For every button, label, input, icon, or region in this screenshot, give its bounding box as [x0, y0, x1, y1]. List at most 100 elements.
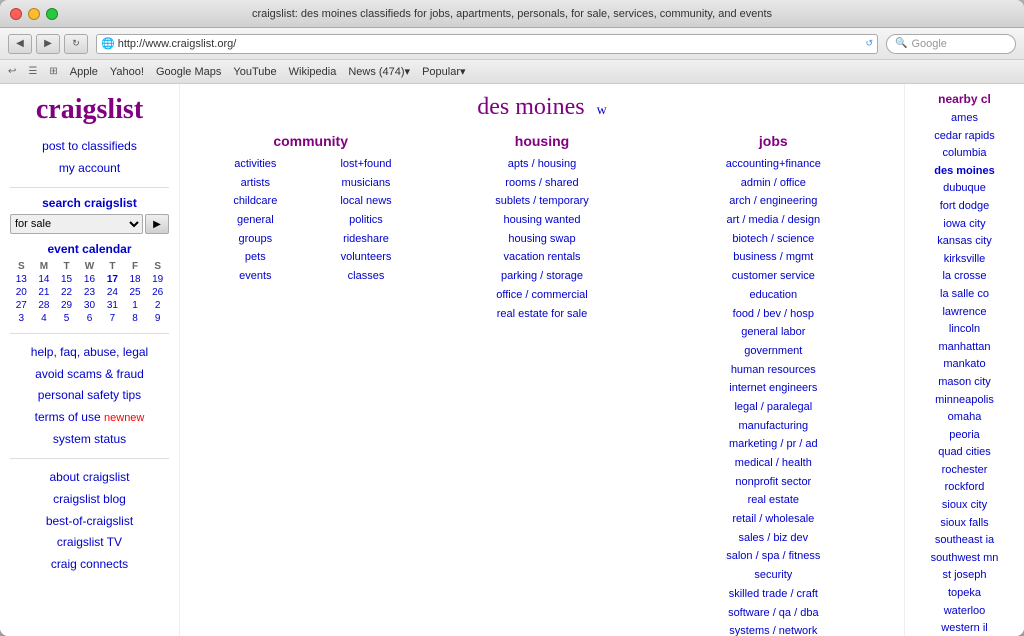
nearby-city[interactable]: mason city — [911, 374, 1018, 392]
search-bar[interactable]: 🔍 Google — [886, 34, 1016, 54]
nearby-city[interactable]: omaha — [911, 409, 1018, 427]
cal-day[interactable]: 21 — [33, 286, 56, 299]
cal-day[interactable]: 19 — [146, 273, 169, 286]
nearby-city[interactable]: iowa city — [911, 216, 1018, 234]
bookmark-popular[interactable]: Popular▾ — [422, 65, 465, 78]
jobs-link[interactable]: internet engineers — [663, 379, 884, 398]
help-link[interactable]: help, faq, abuse, legal — [10, 342, 169, 364]
nearby-city[interactable]: ames — [911, 110, 1018, 128]
housing-link[interactable]: apts / housing — [431, 155, 652, 174]
housing-link[interactable]: office / commercial — [431, 286, 652, 305]
housing-link[interactable]: real estate for sale — [431, 305, 652, 324]
cal-day[interactable]: 2 — [146, 299, 169, 312]
nearby-city[interactable]: quad cities — [911, 444, 1018, 462]
bookmark-apple[interactable]: Apple — [70, 66, 98, 78]
jobs-link[interactable]: government — [663, 342, 884, 361]
community-link[interactable]: rideshare — [311, 230, 422, 249]
nearby-city[interactable]: la crosse — [911, 268, 1018, 286]
jobs-link[interactable]: salon / spa / fitness — [663, 547, 884, 566]
my-account-link[interactable]: my account — [10, 158, 169, 180]
cal-day[interactable]: 30 — [78, 299, 101, 312]
jobs-link[interactable]: legal / paralegal — [663, 398, 884, 417]
cal-day[interactable]: 13 — [10, 273, 33, 286]
nearby-city[interactable]: waterloo — [911, 603, 1018, 621]
jobs-link[interactable]: software / qa / dba — [663, 604, 884, 623]
cal-day[interactable]: 27 — [10, 299, 33, 312]
community-link[interactable]: politics — [311, 211, 422, 230]
cal-day[interactable]: 24 — [101, 286, 124, 299]
cal-day[interactable]: 28 — [33, 299, 56, 312]
tv-link[interactable]: craigslist TV — [10, 532, 169, 554]
community-link[interactable]: lost+found — [311, 155, 422, 174]
jobs-link[interactable]: accounting+finance — [663, 155, 884, 174]
about-link[interactable]: about craigslist — [10, 467, 169, 489]
nearby-city[interactable]: peoria — [911, 427, 1018, 445]
jobs-link[interactable]: real estate — [663, 491, 884, 510]
housing-link[interactable]: sublets / temporary — [431, 192, 652, 211]
housing-link[interactable]: vacation rentals — [431, 248, 652, 267]
bookmark-news[interactable]: News (474)▾ — [348, 65, 410, 78]
nearby-city[interactable]: rockford — [911, 479, 1018, 497]
cal-day[interactable]: 15 — [55, 273, 78, 286]
address-bar[interactable]: 🌐 http://www.craigslist.org/ ↺ — [96, 34, 878, 54]
jobs-link[interactable]: customer service — [663, 267, 884, 286]
nearby-city[interactable]: rochester — [911, 462, 1018, 480]
jobs-link[interactable]: art / media / design — [663, 211, 884, 230]
jobs-link[interactable]: biotech / science — [663, 230, 884, 249]
jobs-link[interactable]: business / mgmt — [663, 248, 884, 267]
jobs-link[interactable]: medical / health — [663, 454, 884, 473]
bookmark-apps[interactable]: ⊞ — [49, 66, 57, 77]
jobs-link[interactable]: skilled trade / craft — [663, 585, 884, 604]
maximize-button[interactable] — [46, 8, 58, 20]
cal-day[interactable]: 9 — [146, 312, 169, 325]
jobs-link[interactable]: marketing / pr / ad — [663, 435, 884, 454]
community-link[interactable]: local news — [311, 192, 422, 211]
safety-link[interactable]: personal safety tips — [10, 385, 169, 407]
nearby-city[interactable]: southwest mn — [911, 550, 1018, 568]
system-status-link[interactable]: system status — [10, 429, 169, 451]
nearby-city[interactable]: kirksville — [911, 251, 1018, 269]
nearby-city[interactable]: la salle co — [911, 286, 1018, 304]
bookmark-back[interactable]: ↩ — [8, 66, 16, 77]
community-link[interactable]: childcare — [200, 192, 311, 211]
bookmark-list[interactable]: ☰ — [28, 66, 37, 77]
community-link[interactable]: classes — [311, 267, 422, 286]
jobs-link[interactable]: education — [663, 286, 884, 305]
jobs-link[interactable]: general labor — [663, 323, 884, 342]
cal-day[interactable]: 20 — [10, 286, 33, 299]
housing-link[interactable]: parking / storage — [431, 267, 652, 286]
nearby-city[interactable]: kansas city — [911, 233, 1018, 251]
jobs-link[interactable]: retail / wholesale — [663, 510, 884, 529]
community-link[interactable]: activities — [200, 155, 311, 174]
post-link[interactable]: post to classifieds — [10, 136, 169, 158]
search-go-button[interactable]: ▶ — [145, 214, 169, 234]
jobs-link[interactable]: systems / network — [663, 622, 884, 636]
cal-day[interactable]: 29 — [55, 299, 78, 312]
jobs-link[interactable]: sales / biz dev — [663, 529, 884, 548]
reload-button[interactable]: ↻ — [64, 34, 88, 54]
bookmark-yahoo[interactable]: Yahoo! — [110, 66, 144, 78]
nearby-city[interactable]: fort dodge — [911, 198, 1018, 216]
bookmark-youtube[interactable]: YouTube — [233, 66, 276, 78]
nearby-city[interactable]: sioux city — [911, 497, 1018, 515]
cal-day[interactable]: 22 — [55, 286, 78, 299]
best-of-link[interactable]: best-of-craigslist — [10, 511, 169, 533]
cal-day[interactable]: 7 — [101, 312, 124, 325]
community-link[interactable]: general — [200, 211, 311, 230]
cal-day[interactable]: 16 — [78, 273, 101, 286]
nearby-city[interactable]: columbia — [911, 145, 1018, 163]
forward-button[interactable]: ▶ — [36, 34, 60, 54]
nearby-city[interactable]: st joseph — [911, 567, 1018, 585]
community-link[interactable]: volunteers — [311, 248, 422, 267]
nearby-city[interactable]: des moines — [911, 163, 1018, 181]
nearby-city[interactable]: mankato — [911, 356, 1018, 374]
community-link[interactable]: artists — [200, 174, 311, 193]
cal-day[interactable]: 18 — [124, 273, 147, 286]
cal-day[interactable]: 25 — [124, 286, 147, 299]
search-select[interactable]: for sale — [10, 214, 143, 234]
cal-day[interactable]: 14 — [33, 273, 56, 286]
jobs-link[interactable]: food / bev / hosp — [663, 305, 884, 324]
nearby-city[interactable]: dubuque — [911, 180, 1018, 198]
cal-day[interactable]: 23 — [78, 286, 101, 299]
community-link[interactable]: musicians — [311, 174, 422, 193]
